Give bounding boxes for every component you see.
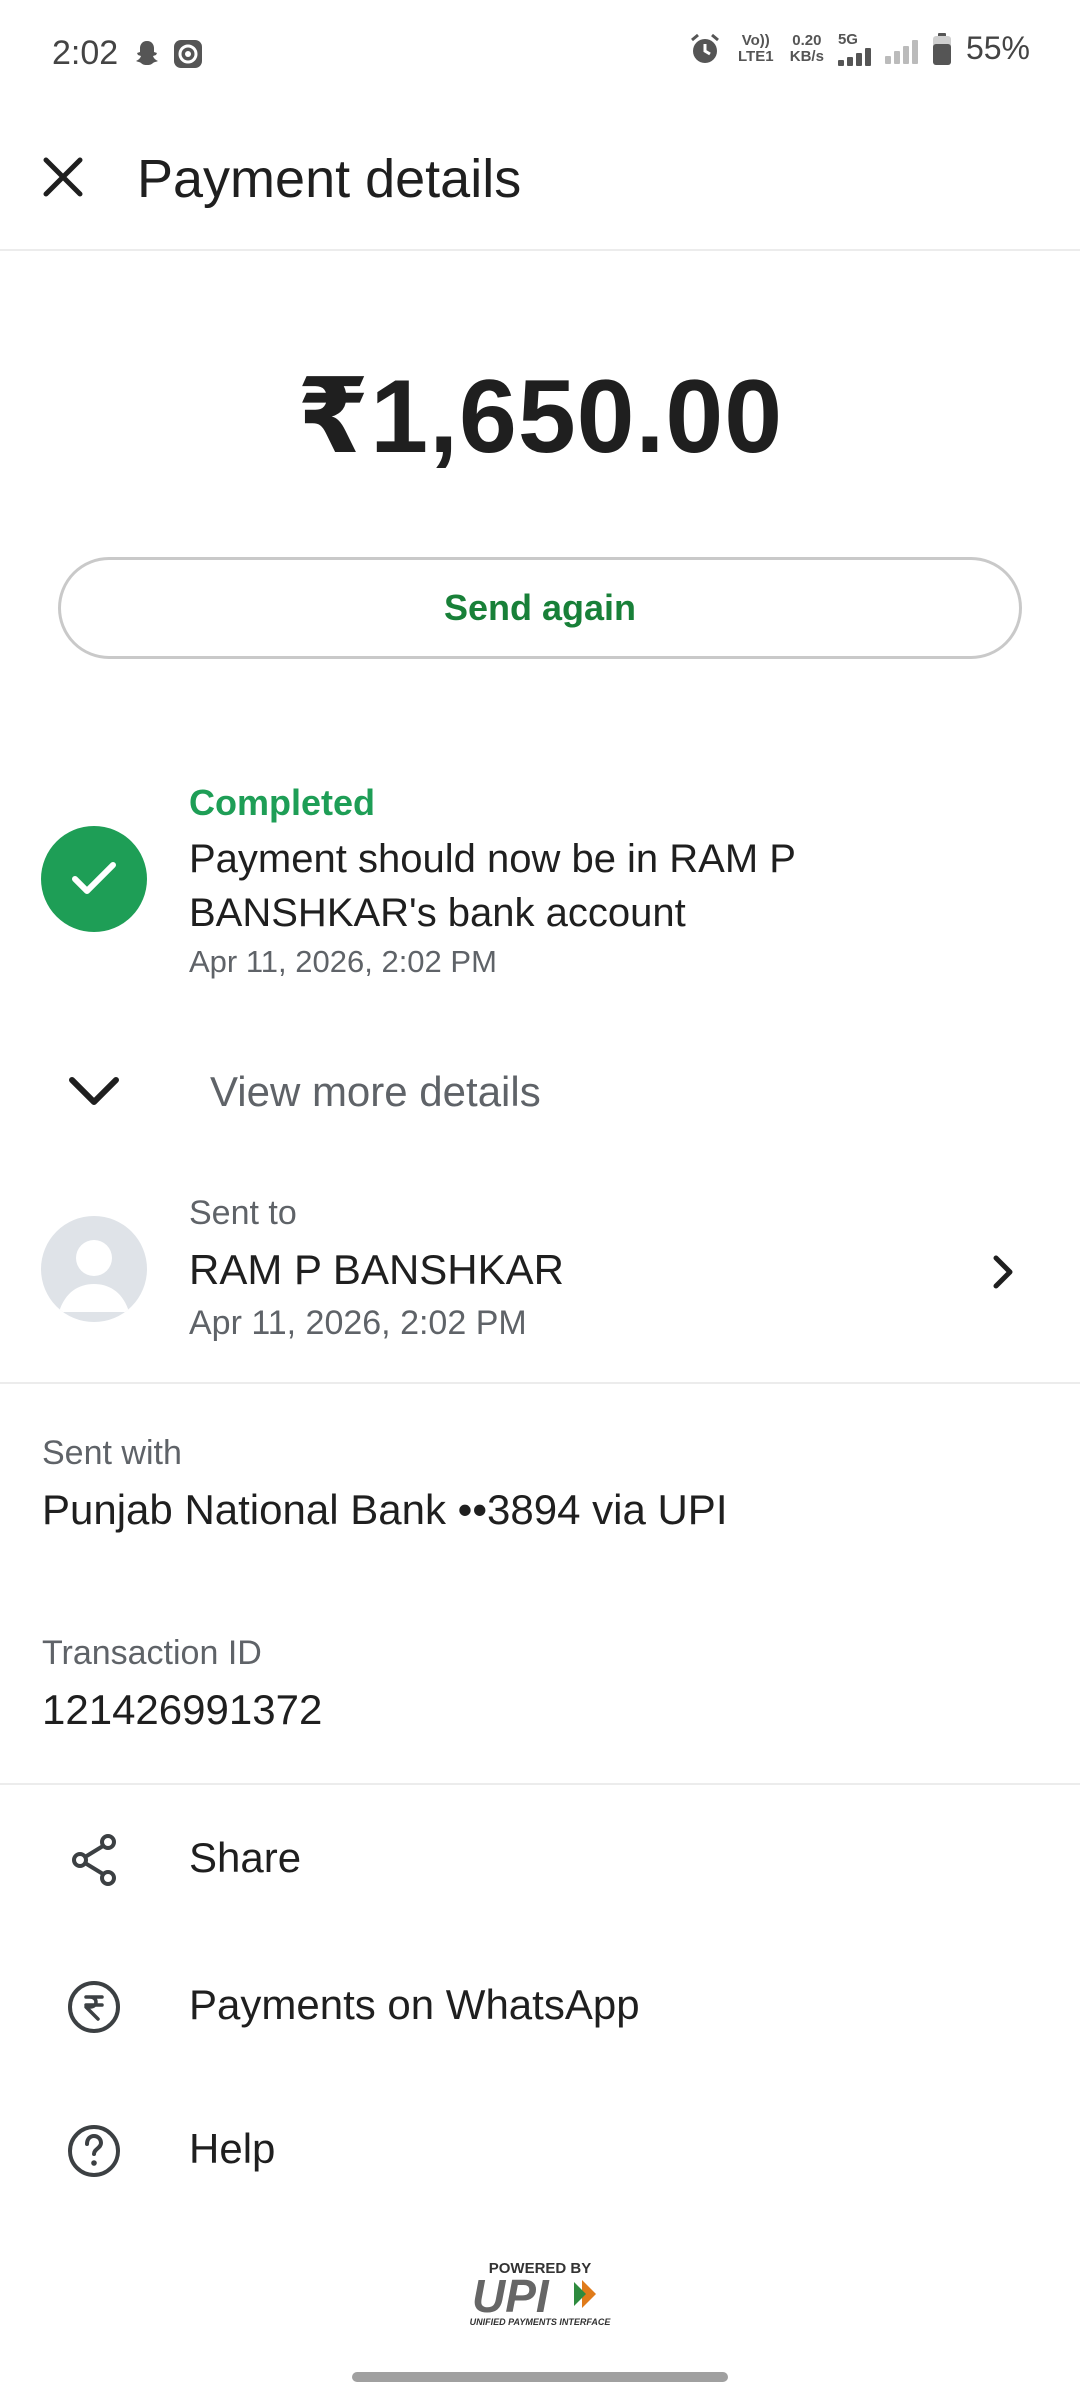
recipient-divider: [0, 1382, 1080, 1384]
status-datetime: Apr 11, 2026, 2:02 PM: [189, 944, 497, 979]
recipient-name: RAM P BANSHKAR: [189, 1246, 564, 1293]
rupee-circle-icon: [68, 1981, 120, 2033]
payment-amount: ₹1,650.00: [296, 359, 784, 475]
transaction-id-value: 121426991372: [42, 1686, 323, 1733]
view-more-details-label: View more details: [210, 1068, 541, 1115]
close-icon: [43, 157, 83, 197]
help-label: Help: [189, 2125, 276, 2172]
sent-with-label: Sent with: [42, 1434, 182, 1472]
share-button[interactable]: [0, 1795, 1080, 1925]
completed-check-icon: [41, 826, 147, 932]
chevron-down-icon: [69, 1077, 119, 1105]
transaction-id-label: Transaction ID: [42, 1634, 262, 1672]
help-circle-icon: [68, 2125, 120, 2177]
battery-percent: 55%: [965, 30, 1030, 66]
share-icon: [72, 1834, 116, 1886]
status-right-group: Vo)) LTE1 0.20 KB/s 5G 55%: [688, 30, 1030, 67]
upi-subtitle: UNIFIED PAYMENTS INTERFACE: [469, 2317, 611, 2327]
help-button[interactable]: [0, 2085, 1080, 2215]
sent-to-label: Sent to: [189, 1194, 297, 1232]
network-5g: 5G: [837, 30, 871, 66]
share-label: Share: [189, 1834, 302, 1881]
alarm-icon: [690, 33, 719, 63]
camera-app-icon: [174, 40, 202, 68]
recipient-datetime: Apr 11, 2026, 2:02 PM: [189, 1304, 527, 1342]
status-message: Payment should now be in RAM P BANSHKAR'…: [189, 837, 796, 935]
status-time: 2:02: [52, 34, 119, 72]
net-speed-value: 0.20: [792, 31, 822, 49]
upi-logo: UPI: [472, 2272, 596, 2318]
signal-bars-2-icon: [884, 34, 918, 64]
send-again-label: Send again: [443, 587, 637, 628]
status-label: Completed: [189, 782, 376, 823]
sent-with-value: Punjab National Bank ••3894 via UPI: [42, 1486, 728, 1533]
chevron-right-icon: [993, 1255, 1013, 1289]
header-divider: [0, 249, 1080, 251]
battery-icon: [932, 32, 951, 65]
snapchat-icon: [136, 41, 158, 65]
person-icon: [59, 1240, 129, 1312]
page-title: Payment details: [137, 149, 522, 209]
upi-logo-text: UPI: [472, 2272, 550, 2318]
home-gesture-bar[interactable]: [352, 2372, 728, 2382]
close-button[interactable]: [38, 150, 88, 206]
network-type: 5G: [837, 30, 858, 48]
signal-bars-1-icon: [837, 47, 871, 66]
net-speed: 0.20 KB/s: [789, 31, 824, 65]
details-divider: [0, 1783, 1080, 1785]
avatar: [41, 1216, 147, 1322]
net-speed-unit: KB/s: [789, 47, 824, 65]
payments-on-whatsapp-label: Payments on WhatsApp: [189, 1981, 640, 2028]
send-again-button[interactable]: Send again: [58, 557, 1022, 659]
volte-indicator: Vo)) LTE1: [737, 31, 774, 65]
